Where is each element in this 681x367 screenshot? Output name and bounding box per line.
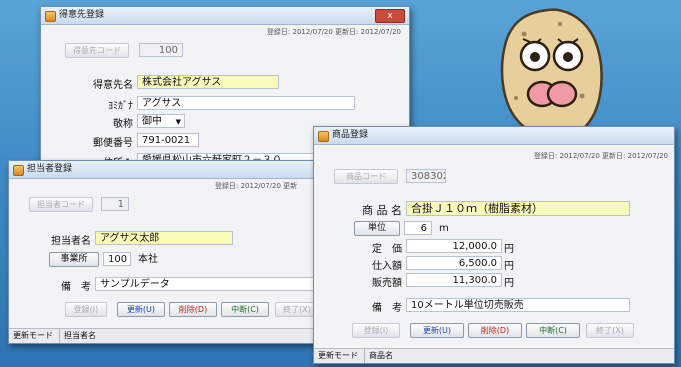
product-cancel-button[interactable]: 中断(C)	[526, 323, 580, 338]
product-delete-button[interactable]: 削除(D)	[468, 323, 522, 338]
unit-button[interactable]: 単位	[354, 221, 400, 236]
product-name-field[interactable]: 合掛Ｊ１０ｍ（樹脂素材）	[406, 201, 630, 216]
customer-dates: 登録日: 2012/07/20 更新日: 2012/07/20	[266, 28, 401, 36]
yen-unit: 円	[504, 278, 514, 289]
product-exit-button[interactable]: 終了(X)	[586, 323, 634, 338]
app-icon	[318, 131, 329, 142]
office-code-field[interactable]: 100	[103, 252, 131, 266]
customer-window-title: 得意先登録	[59, 10, 105, 20]
status-mode: 更新モード	[13, 329, 60, 343]
yen-unit: 円	[504, 261, 514, 272]
unit-name-field: m	[434, 221, 494, 235]
customer-name-field[interactable]: 株式会社アグサス	[137, 75, 279, 89]
customer-name-label: 得意先名	[93, 80, 133, 91]
unit-code-field[interactable]: 6	[404, 221, 432, 235]
status-field: 商品名	[369, 351, 393, 360]
product-name-label: 商 品 名	[362, 204, 402, 217]
staff-update-button[interactable]: 更新(U)	[117, 302, 165, 317]
status-mode: 更新モード	[318, 349, 365, 363]
sale-label: 販売額	[372, 278, 402, 289]
staff-dates: 登録日: 2012/07/20 更新	[215, 182, 298, 190]
staff-delete-button[interactable]: 削除(D)	[169, 302, 217, 317]
staff-name-label: 担当者名	[51, 236, 91, 247]
office-name-field: 本社	[133, 252, 223, 266]
list-price-field[interactable]: 12,000.0	[406, 239, 502, 253]
customer-kana-field[interactable]: アグサス	[137, 96, 355, 110]
zip-label: 郵便番号	[93, 138, 133, 149]
staff-register-button[interactable]: 登録(I)	[65, 302, 107, 317]
product-window-titlebar[interactable]: 商品登録	[314, 127, 674, 145]
product-code-field[interactable]: 308302	[406, 169, 446, 183]
chevron-down-icon: ▼	[175, 118, 181, 126]
honorific-select[interactable]: 御中 ▼	[137, 114, 185, 128]
sale-field[interactable]: 11,300.0	[406, 273, 502, 287]
product-window-title: 商品登録	[332, 130, 369, 140]
product-register-button[interactable]: 登録(I)	[352, 323, 400, 338]
customer-code-field[interactable]: 100	[139, 43, 183, 57]
customer-code-button[interactable]: 得意先コード	[65, 43, 129, 58]
zip-field[interactable]: 791-0021	[137, 133, 199, 147]
status-field: 担当者名	[64, 331, 96, 340]
app-icon	[13, 165, 24, 176]
staff-window: 担当者登録 登録日: 2012/07/20 更新 担当者コード 1 担当者名 ア…	[8, 160, 335, 344]
product-update-button[interactable]: 更新(U)	[410, 323, 464, 338]
staff-note-field[interactable]: サンプルデータ	[95, 277, 317, 291]
staff-code-field[interactable]: 1	[101, 197, 129, 211]
cost-field[interactable]: 6,500.0	[406, 256, 502, 270]
product-window: 商品登録 登録日: 2012/07/20 更新日: 2012/07/20 商品コ…	[313, 126, 675, 364]
product-dates: 登録日: 2012/07/20 更新日: 2012/07/20	[533, 152, 668, 160]
staff-window-titlebar[interactable]: 担当者登録	[9, 161, 334, 179]
product-status-bar: 更新モード 商品名	[314, 348, 674, 363]
product-note-label: 備 考	[372, 303, 402, 314]
staff-window-title: 担当者登録	[27, 164, 73, 174]
list-price-label: 定 価	[372, 244, 402, 255]
office-button[interactable]: 事業所	[49, 252, 99, 267]
product-note-field[interactable]: 10メートル単位切売販売	[406, 298, 630, 312]
staff-code-button[interactable]: 担当者コード	[29, 197, 93, 212]
cost-label: 仕入額	[372, 261, 402, 272]
product-code-button[interactable]: 商品コード	[334, 169, 398, 184]
close-icon[interactable]: x	[375, 9, 405, 23]
honorific-value: 御中	[142, 116, 162, 127]
app-icon	[45, 11, 56, 22]
yen-unit: 円	[504, 244, 514, 255]
staff-cancel-button[interactable]: 中断(C)	[221, 302, 269, 317]
customer-kana-label: ﾖﾐｶﾞﾅ	[108, 101, 133, 112]
customer-window-titlebar[interactable]: 得意先登録 x	[41, 7, 409, 25]
staff-status-bar: 更新モード 担当者名	[9, 328, 334, 343]
staff-note-label: 備 考	[61, 282, 91, 293]
staff-name-field[interactable]: アグサス太郎	[95, 231, 233, 245]
honorific-label: 敬称	[113, 119, 133, 130]
